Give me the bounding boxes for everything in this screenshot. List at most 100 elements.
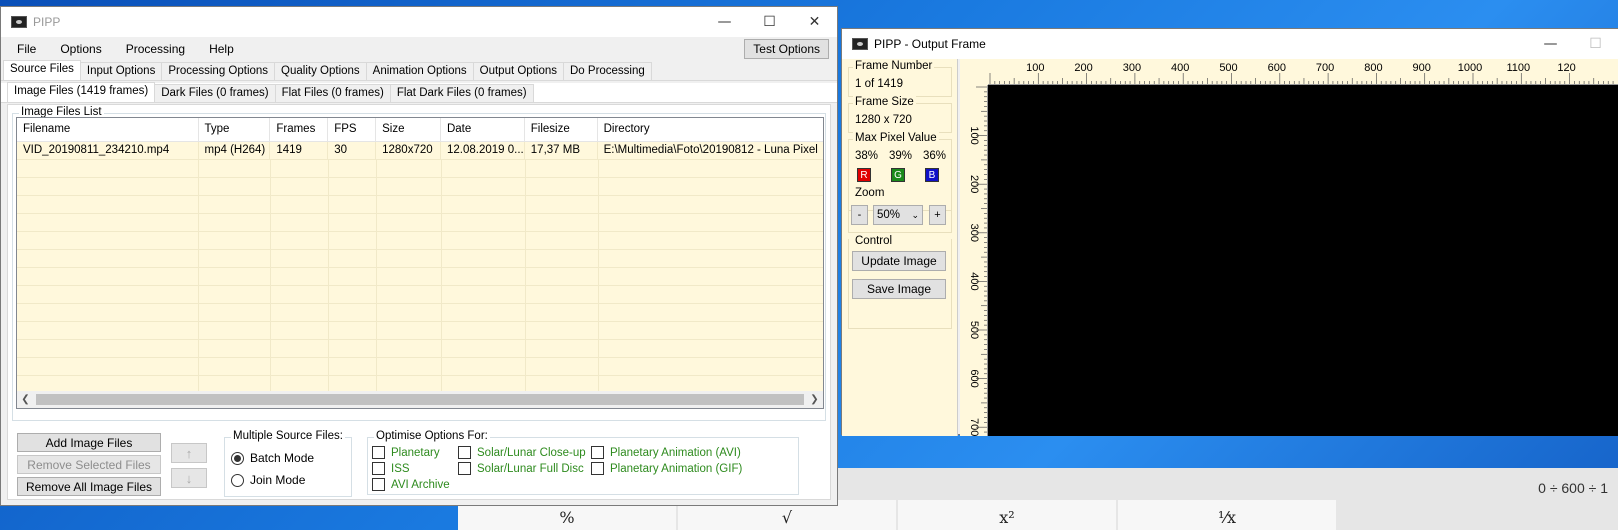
- zoom-group: Zoom - 50% ⌄ +: [848, 187, 952, 233]
- ruler-label: 900: [1413, 62, 1431, 74]
- solar-lunar-full-disc-checkbox[interactable]: Solar/Lunar Full Disc: [458, 462, 584, 475]
- subtab-image-files[interactable]: Image Files (1419 frames): [7, 82, 156, 102]
- ruler-label: 100: [968, 126, 980, 144]
- col-date[interactable]: Date: [441, 118, 525, 141]
- radio-selected-icon: [231, 451, 244, 465]
- col-size[interactable]: Size: [376, 118, 441, 141]
- checkbox-icon: [372, 462, 385, 475]
- zoom-select[interactable]: 50% ⌄: [873, 205, 923, 225]
- col-fps[interactable]: FPS: [328, 118, 377, 141]
- move-up-button[interactable]: ↑: [171, 443, 207, 463]
- checkbox-icon: [458, 446, 471, 459]
- empty-row: [17, 340, 823, 358]
- menu-bar: File Options Processing Help Test Option…: [1, 37, 837, 61]
- pipp-main-window: PIPP — ☐ ✕ File Options Processing Help …: [0, 6, 838, 506]
- max-pixel-label: Max Pixel Value: [853, 132, 939, 144]
- multiple-source-group: Multiple Source Files:: [224, 430, 352, 497]
- tab-quality-options[interactable]: Quality Options: [274, 62, 367, 80]
- zoom-out-button[interactable]: -: [851, 205, 868, 225]
- subtab-flat-files[interactable]: Flat Files (0 frames): [274, 84, 391, 102]
- col-type[interactable]: Type: [199, 118, 271, 141]
- maximize-icon[interactable]: ☐: [747, 7, 792, 37]
- remove-all-image-files-button[interactable]: Remove All Image Files: [17, 477, 161, 496]
- close-icon[interactable]: ✕: [792, 7, 837, 37]
- calc-key-square[interactable]: x²: [898, 500, 1116, 530]
- planetary-label: Planetary: [391, 446, 440, 459]
- empty-row: [17, 196, 823, 214]
- scroll-thumb[interactable]: [36, 394, 804, 405]
- zoom-in-button[interactable]: +: [929, 205, 946, 225]
- col-directory[interactable]: Directory: [598, 118, 823, 141]
- main-tabs: Source Files Input Options Processing Op…: [1, 60, 837, 81]
- frame-size-group: Frame Size 1280 x 720: [848, 96, 952, 133]
- batch-mode-label: Batch Mode: [250, 451, 315, 465]
- tab-source-files[interactable]: Source Files: [3, 60, 81, 80]
- cell-date: 12.08.2019 0...: [441, 142, 525, 159]
- green-channel-icon: G: [891, 168, 905, 182]
- pixel-r-value: 38%: [855, 150, 879, 162]
- solar-lunar-closeup-checkbox[interactable]: Solar/Lunar Close-up: [458, 446, 586, 459]
- pixel-b-value: 36%: [923, 150, 947, 162]
- empty-row: [17, 214, 823, 232]
- empty-row: [17, 232, 823, 250]
- calc-key-reciprocal[interactable]: ¹⁄x: [1118, 500, 1336, 530]
- scroll-left-icon[interactable]: ❮: [17, 394, 34, 405]
- ruler-label: 120: [1557, 62, 1575, 74]
- iss-checkbox[interactable]: ISS: [372, 462, 410, 475]
- horizontal-ruler: 100 200 300 400 500 600 700 800 900 1000 1100 120: [988, 59, 1618, 85]
- save-image-button[interactable]: Save Image: [852, 279, 946, 299]
- vertical-ruler-ticks: 100 200 300 400 500 600 700: [968, 86, 987, 436]
- ruler-label: 300: [968, 224, 980, 242]
- checkbox-icon: [591, 462, 604, 475]
- control-group: Control Update Image Save Image: [848, 235, 952, 329]
- horizontal-scrollbar[interactable]: ❮ ❯: [17, 391, 823, 408]
- chevron-down-icon: ⌄: [911, 209, 919, 220]
- tab-input-options[interactable]: Input Options: [79, 62, 163, 80]
- checkbox-icon: [372, 446, 385, 459]
- empty-row: [17, 178, 823, 196]
- tab-output-options[interactable]: Output Options: [472, 62, 564, 80]
- col-frames[interactable]: Frames: [270, 118, 329, 141]
- empty-row: [17, 250, 823, 268]
- table-row[interactable]: VID_20190811_234210.mp4 mp4 (H264) 1419 …: [17, 142, 823, 160]
- batch-mode-radio[interactable]: Batch Mode: [231, 451, 314, 465]
- output-frame-canvas[interactable]: [988, 85, 1618, 436]
- cell-fps: 30: [328, 142, 377, 159]
- remove-selected-files-button[interactable]: Remove Selected Files: [17, 455, 161, 474]
- avi-archive-checkbox[interactable]: AVI Archive: [372, 478, 450, 491]
- tab-processing-options[interactable]: Processing Options: [161, 62, 276, 80]
- image-files-list[interactable]: Filename Type Frames FPS Size Date Files…: [16, 117, 824, 409]
- ruler-label: 1000: [1458, 62, 1482, 74]
- scroll-right-icon[interactable]: ❯: [806, 394, 823, 405]
- test-options-button[interactable]: Test Options: [744, 39, 829, 59]
- minimize-icon[interactable]: —: [1528, 29, 1573, 59]
- menu-help[interactable]: Help: [197, 42, 246, 56]
- col-filename[interactable]: Filename: [17, 118, 199, 141]
- tab-do-processing[interactable]: Do Processing: [563, 62, 652, 80]
- maximize-icon[interactable]: ☐: [1573, 29, 1618, 59]
- menu-processing[interactable]: Processing: [114, 42, 197, 56]
- planetary-checkbox[interactable]: Planetary: [372, 446, 440, 459]
- red-channel-icon: R: [857, 168, 871, 182]
- menu-options[interactable]: Options: [48, 42, 113, 56]
- solar-lunar-closeup-label: Solar/Lunar Close-up: [477, 446, 586, 459]
- frame-size-value: 1280 x 720: [855, 114, 912, 126]
- planetary-animation-avi-checkbox[interactable]: Planetary Animation (AVI): [591, 446, 741, 459]
- cell-filename: VID_20190811_234210.mp4: [17, 142, 199, 159]
- tab-animation-options[interactable]: Animation Options: [365, 62, 474, 80]
- menu-file[interactable]: File: [5, 42, 48, 56]
- ruler-label: 600: [1268, 62, 1286, 74]
- add-image-files-button[interactable]: Add Image Files: [17, 433, 161, 452]
- empty-row: [17, 286, 823, 304]
- minimize-icon[interactable]: —: [702, 7, 747, 37]
- horizontal-ruler-ticks: 100 200 300 400 500 600 700 800 900 1000 1100 120: [989, 62, 1614, 84]
- subtab-flat-dark-files[interactable]: Flat Dark Files (0 frames): [389, 84, 534, 102]
- move-down-button[interactable]: ↓: [171, 468, 207, 488]
- subtab-dark-files[interactable]: Dark Files (0 frames): [154, 84, 276, 102]
- update-image-button[interactable]: Update Image: [852, 251, 946, 271]
- col-filesize[interactable]: Filesize: [525, 118, 598, 141]
- zoom-label: Zoom: [853, 187, 887, 199]
- join-mode-radio[interactable]: Join Mode: [231, 473, 305, 487]
- optimise-options-label: Optimise Options For:: [374, 430, 490, 442]
- planetary-animation-gif-checkbox[interactable]: Planetary Animation (GIF): [591, 462, 742, 475]
